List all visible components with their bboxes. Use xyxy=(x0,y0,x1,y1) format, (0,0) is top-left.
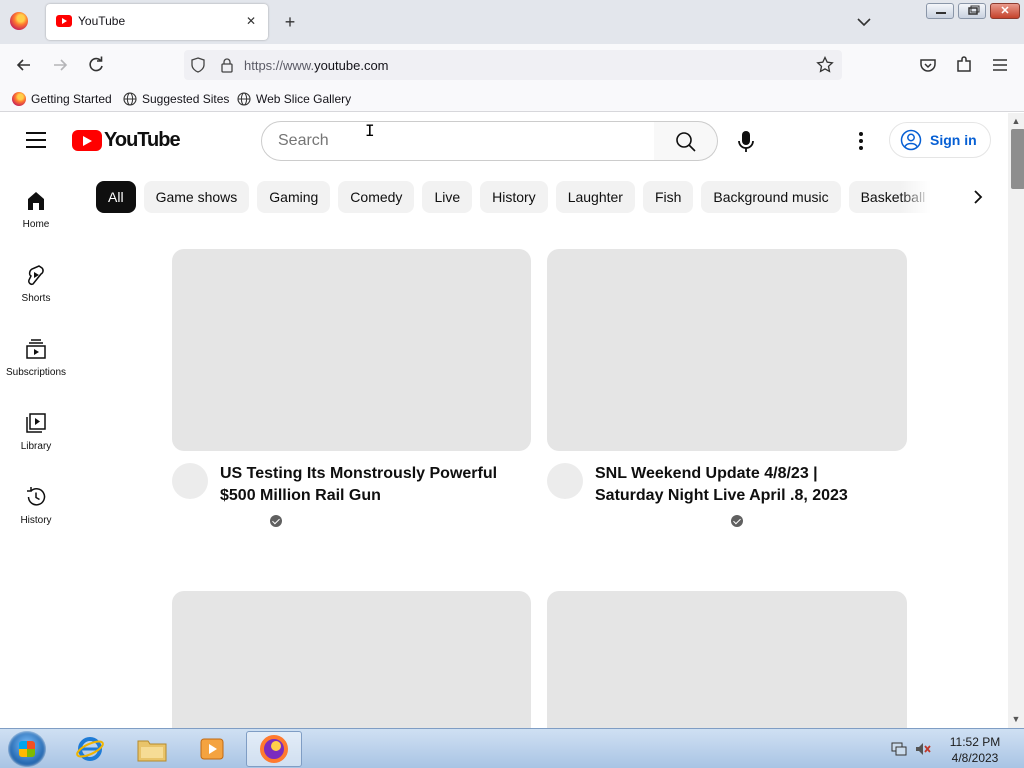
pocket-icon[interactable] xyxy=(918,55,938,75)
clock-time: 11:52 PM xyxy=(949,735,1001,749)
scroll-up-arrow-icon[interactable]: ▲ xyxy=(1010,115,1022,127)
page-scrollbar[interactable]: ▲ ▼ xyxy=(1008,113,1024,728)
window-restore-button[interactable] xyxy=(958,3,986,19)
video-thumbnail[interactable] xyxy=(172,591,531,728)
video-thumbnail[interactable] xyxy=(547,591,907,728)
chip-laughter[interactable]: Laughter xyxy=(555,181,635,213)
search-button[interactable] xyxy=(654,121,718,161)
app-menu-icon[interactable] xyxy=(990,55,1010,75)
account-circle-icon xyxy=(900,129,922,151)
youtube-favicon-icon xyxy=(56,15,72,27)
search-input[interactable] xyxy=(278,122,638,160)
sign-in-button[interactable]: Sign in xyxy=(889,122,991,158)
extensions-puzzle-icon[interactable] xyxy=(954,55,974,75)
chip-fish[interactable]: Fish xyxy=(642,181,694,213)
shield-icon[interactable] xyxy=(190,57,206,73)
chip-all[interactable]: All xyxy=(96,181,136,213)
video-title[interactable]: US Testing Its Monstrously Powerful $500… xyxy=(220,463,510,507)
chip-game-shows[interactable]: Game shows xyxy=(143,181,250,213)
channel-avatar[interactable] xyxy=(172,463,208,499)
lock-icon[interactable] xyxy=(220,57,234,73)
scrollbar-thumb[interactable] xyxy=(1011,129,1024,189)
verified-badge-icon xyxy=(270,515,282,527)
bookmark-star-icon[interactable] xyxy=(816,56,834,74)
window-minimize-button[interactable] xyxy=(926,3,954,19)
sidebar-item-history[interactable]: History xyxy=(0,485,72,549)
internet-explorer-icon xyxy=(76,737,104,761)
firefox-icon xyxy=(260,735,288,763)
start-button[interactable] xyxy=(8,731,46,767)
search-icon xyxy=(676,132,696,152)
media-player-icon xyxy=(200,738,224,760)
tab-close-button[interactable]: ✕ xyxy=(242,12,260,30)
new-tab-button[interactable]: + xyxy=(280,12,300,32)
microphone-icon[interactable] xyxy=(728,123,764,159)
tab-title: YouTube xyxy=(78,14,126,28)
browser-tab-strip: YouTube ✕ + ✕ xyxy=(0,0,1024,44)
bookmark-suggested-sites[interactable]: Suggested Sites xyxy=(123,91,229,107)
search-box xyxy=(261,121,655,161)
youtube-page: YouTube Sign in AllGame showsGamingComed… xyxy=(0,113,1008,728)
reload-icon[interactable] xyxy=(86,55,106,75)
subscriptions-icon xyxy=(26,339,46,359)
bookmark-getting-started[interactable]: Getting Started xyxy=(12,91,112,107)
youtube-logo[interactable]: YouTube xyxy=(72,129,181,151)
youtube-play-logo-icon xyxy=(72,129,102,151)
folder-icon xyxy=(137,740,167,762)
home-icon xyxy=(28,192,44,210)
taskbar-internet-explorer[interactable] xyxy=(62,731,118,767)
sidebar-item-home[interactable]: Home xyxy=(0,189,72,253)
volume-muted-icon[interactable] xyxy=(914,741,932,757)
firefox-icon xyxy=(10,12,28,30)
url-text[interactable]: https://www.youtube.com xyxy=(244,58,389,73)
firefox-icon xyxy=(12,92,26,106)
verified-badge-icon xyxy=(731,515,743,527)
chip-comedy[interactable]: Comedy xyxy=(338,181,415,213)
chevron-right-icon[interactable] xyxy=(966,185,990,209)
shorts-icon xyxy=(28,265,44,285)
history-icon xyxy=(27,487,46,506)
sidebar-item-library[interactable]: Library xyxy=(0,411,72,475)
bookmark-web-slice-gallery[interactable]: Web Slice Gallery xyxy=(237,91,351,107)
more-options-icon[interactable] xyxy=(850,130,872,152)
text-cursor-icon: I xyxy=(365,121,375,140)
chip-live[interactable]: Live xyxy=(422,181,473,213)
chip-history[interactable]: History xyxy=(480,181,548,213)
forward-arrow-icon[interactable] xyxy=(50,55,70,75)
window-close-button[interactable]: ✕ xyxy=(990,3,1020,19)
category-chips-bar: All Game shows Gaming Comedy Live History Laug… xyxy=(96,181,942,213)
chip-gaming[interactable]: Gaming xyxy=(257,181,331,213)
windows-taskbar: 11:52 PM 4/8/2023 xyxy=(0,728,1024,768)
channel-avatar[interactable] xyxy=(547,463,583,499)
chips-fade xyxy=(900,181,944,213)
taskbar-firefox[interactable] xyxy=(246,731,302,767)
browser-toolbar: https://www.youtube.com xyxy=(0,44,1024,86)
video-thumbnail[interactable] xyxy=(172,249,531,451)
taskbar-media-player[interactable] xyxy=(184,731,240,767)
sidebar-item-shorts[interactable]: Shorts xyxy=(0,263,72,327)
clock-date: 4/8/2023 xyxy=(951,751,999,765)
video-thumbnail[interactable] xyxy=(547,249,907,451)
address-bar[interactable]: https://www.youtube.com xyxy=(184,50,842,80)
sidebar-item-subscriptions[interactable]: Subscriptions xyxy=(0,337,72,401)
back-arrow-icon[interactable] xyxy=(14,55,34,75)
guide-menu-icon[interactable] xyxy=(26,132,46,148)
video-title[interactable]: SNL Weekend Update 4/8/23 | Saturday Nig… xyxy=(595,463,885,507)
bookmarks-toolbar: Getting Started Suggested Sites Web Slic… xyxy=(0,86,1024,112)
tab-youtube[interactable]: YouTube ✕ xyxy=(46,4,268,40)
tab-list-chevron-icon[interactable] xyxy=(854,12,874,32)
globe-icon xyxy=(237,92,251,106)
taskbar-file-explorer[interactable] xyxy=(124,731,180,767)
scroll-down-arrow-icon[interactable]: ▼ xyxy=(1010,713,1022,725)
library-icon xyxy=(26,413,46,433)
globe-icon xyxy=(123,92,137,106)
network-icon[interactable] xyxy=(890,741,908,757)
chip-background-music[interactable]: Background music xyxy=(701,181,841,213)
system-clock[interactable]: 11:52 PM 4/8/2023 xyxy=(944,734,1006,766)
